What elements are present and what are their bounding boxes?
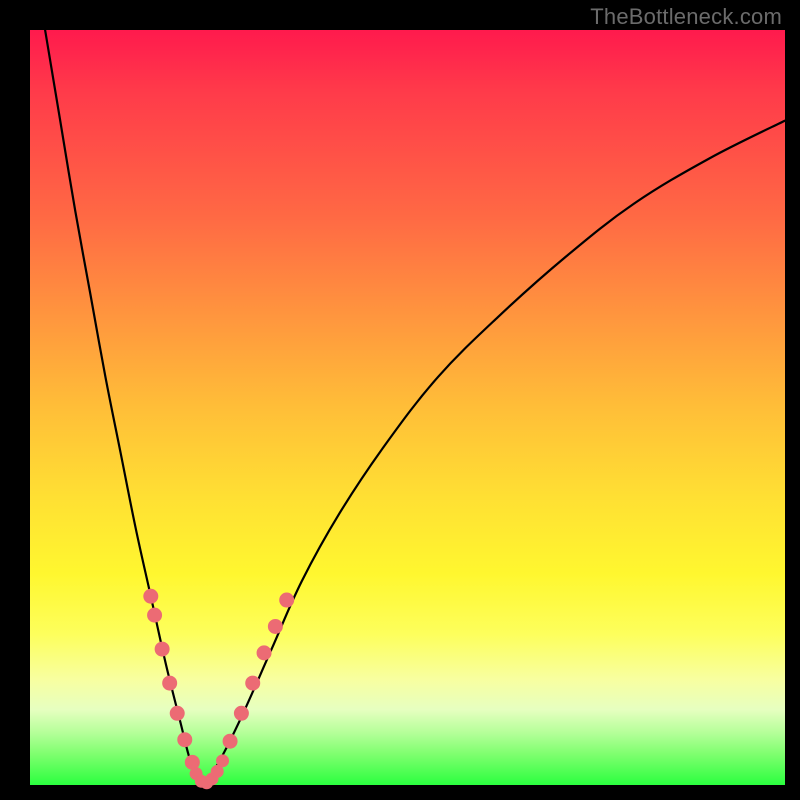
marker-layer	[144, 589, 294, 788]
marker-dot	[280, 593, 294, 607]
watermark-text: TheBottleneck.com	[590, 4, 782, 30]
marker-dot	[268, 619, 282, 633]
curve-left	[45, 30, 204, 785]
marker-dot	[234, 706, 248, 720]
curve-right	[204, 121, 785, 785]
marker-dot	[148, 608, 162, 622]
chart-frame: TheBottleneck.com	[0, 0, 800, 800]
curve-path-left-branch	[45, 30, 204, 785]
marker-dot	[163, 676, 177, 690]
marker-dot	[170, 706, 184, 720]
marker-dot	[155, 642, 169, 656]
marker-dot	[144, 589, 158, 603]
curve-path-right-branch	[204, 121, 785, 785]
marker-dot	[217, 755, 229, 767]
chart-plot-area	[30, 30, 785, 785]
marker-dot	[246, 676, 260, 690]
marker-dot	[185, 755, 199, 769]
marker-dot	[223, 734, 237, 748]
marker-dot	[257, 646, 271, 660]
marker-dot	[178, 733, 192, 747]
chart-svg	[30, 30, 785, 785]
